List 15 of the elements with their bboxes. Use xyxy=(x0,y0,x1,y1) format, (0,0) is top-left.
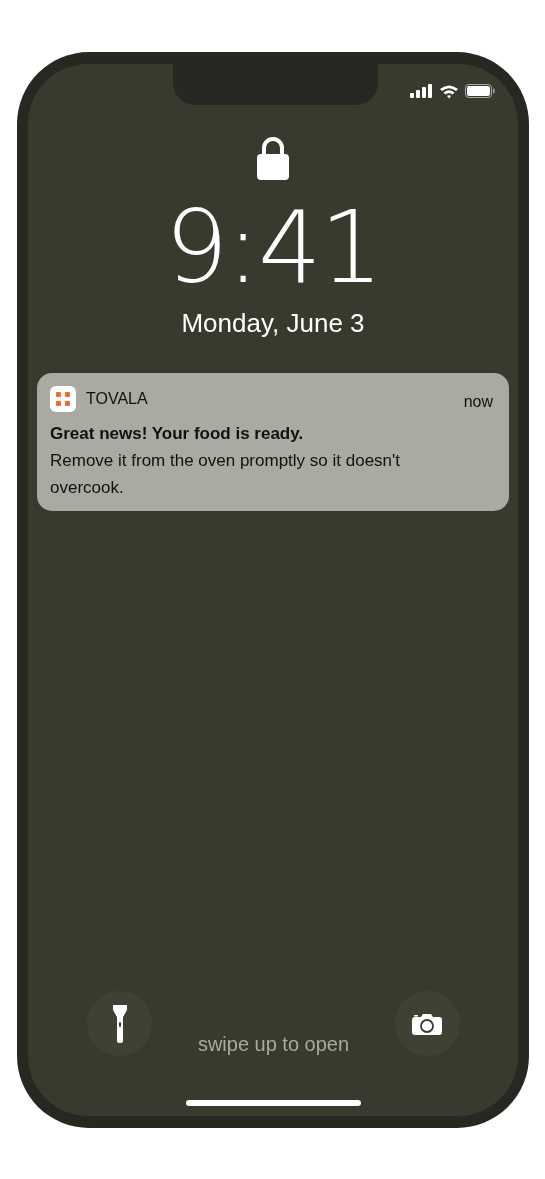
notification-card[interactable]: TOVALA now Great news! Your food is ready. Remove it from the oven promptly so it doesn't overcook. xyxy=(37,373,509,511)
flashlight-icon xyxy=(112,1004,127,1043)
date-label: Monday, June 3 xyxy=(181,308,365,339)
signal-icon xyxy=(410,84,433,98)
battery-icon xyxy=(465,84,495,98)
clock-time: 9:41 xyxy=(164,198,382,298)
app-icon xyxy=(50,386,76,412)
lock-icon xyxy=(257,136,289,180)
notification-title: Great news! Your food is ready. xyxy=(50,424,305,444)
app-name: TOVALA xyxy=(86,390,148,408)
swipe-hint: swipe up to open xyxy=(197,1033,350,1056)
notification-time: now xyxy=(463,393,493,411)
camera-icon xyxy=(412,1012,443,1035)
notification-body: Remove it from the oven promptly so it doesn't overcook. xyxy=(50,450,401,499)
wifi-icon xyxy=(439,83,459,99)
